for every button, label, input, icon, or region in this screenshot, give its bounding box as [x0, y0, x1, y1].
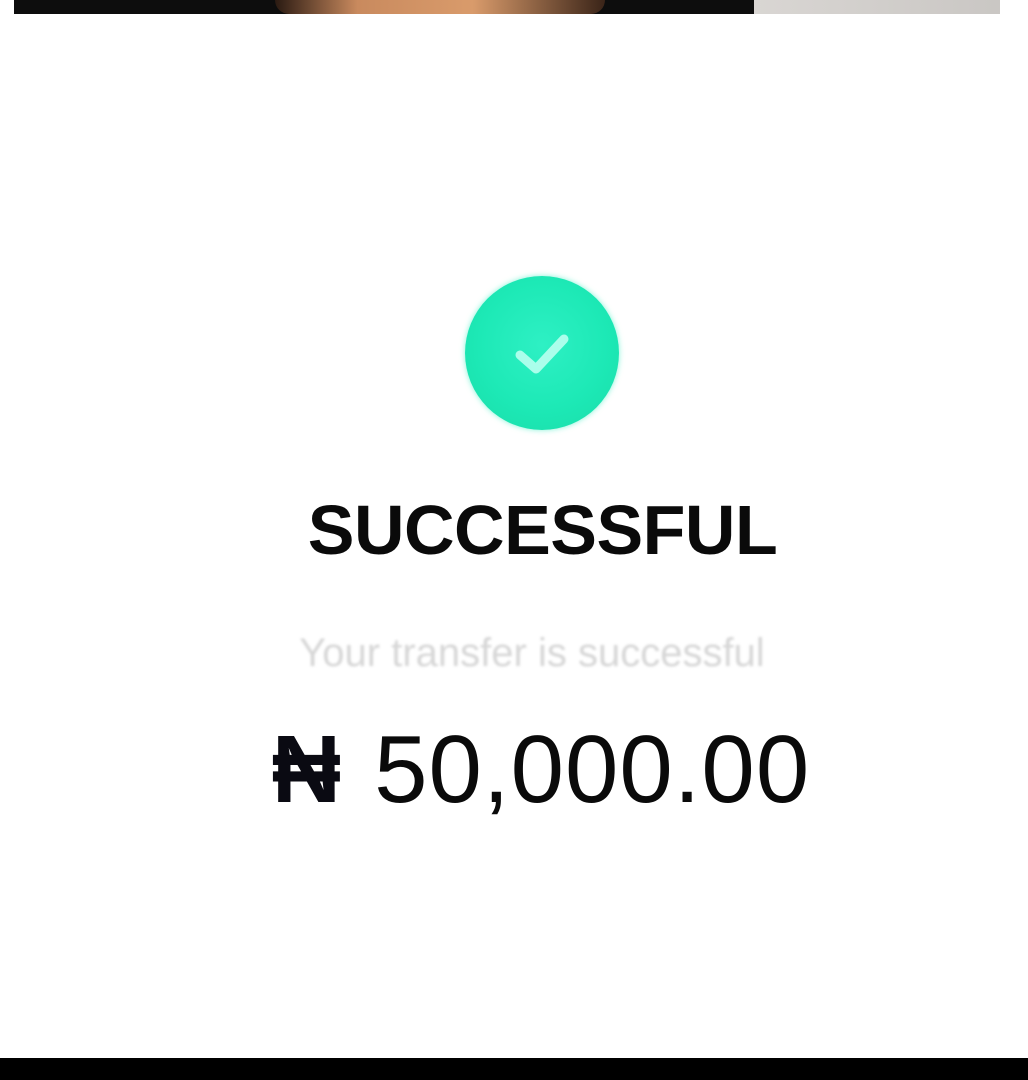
checkmark-icon	[515, 334, 569, 374]
top-photo-strip	[0, 0, 1028, 14]
check-circle-icon	[465, 276, 619, 430]
transfer-amount: ₦ 50,000.00	[0, 720, 1028, 820]
currency-symbol: ₦	[271, 716, 343, 823]
status-message: Your transfer is successful	[299, 631, 765, 675]
amount-value: 50,000.00	[374, 716, 811, 823]
bottom-bar	[0, 1058, 1028, 1080]
status-title: SUCCESSFUL	[307, 491, 778, 569]
transfer-success-screen: SUCCESSFUL Your transfer is successful ₦…	[0, 0, 1028, 1080]
